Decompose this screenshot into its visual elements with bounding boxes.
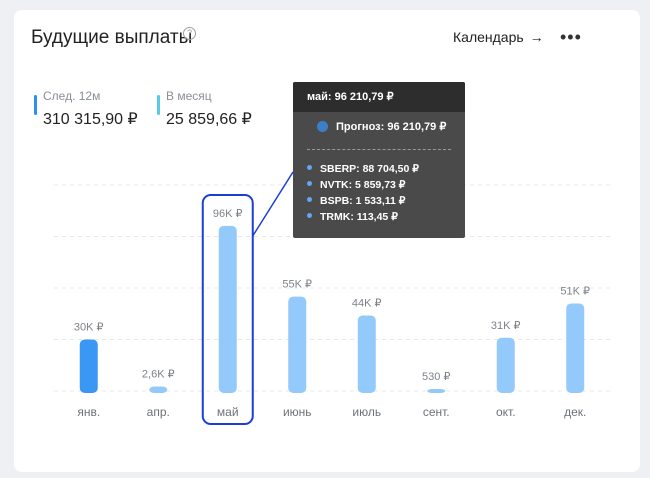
data-label: 530 ₽ (422, 371, 450, 383)
x-tick-label: июль (352, 405, 381, 419)
x-tick-label: сент. (423, 405, 450, 419)
tooltip-item: SBERP: 88 704,50 ₽ (307, 161, 419, 177)
bar-7 (566, 303, 585, 393)
data-label: 55K ₽ (282, 279, 312, 291)
tooltip-item-text: TRMK: 113,45 ₽ (320, 211, 398, 223)
tooltip-item: NVTK: 5 859,73 ₽ (307, 177, 419, 193)
bullet-icon (307, 181, 312, 186)
data-label: 44K ₽ (352, 297, 382, 309)
tooltip-forecast: Прогноз: 96 210,79 ₽ (317, 120, 446, 133)
tooltip-item-text: SBERP: 88 704,50 ₽ (320, 163, 419, 175)
bar-2 (218, 225, 237, 393)
tooltip-connector (252, 171, 294, 237)
bar-4 (357, 315, 376, 393)
payouts-bar-chart: 30K ₽ янв. 2,6K ₽ апр. 96K ₽ май 55K ₽ июнь 44K … (54, 171, 610, 425)
tooltip-item: BSPB: 1 533,11 ₽ (307, 193, 419, 209)
data-label: 96K ₽ (213, 208, 243, 220)
data-label: 51K ₽ (560, 285, 590, 297)
chart-tooltip: май: 96 210,79 ₽ Прогноз: 96 210,79 ₽ SB… (293, 82, 465, 238)
bullet-icon (307, 197, 312, 202)
tooltip-item-text: BSPB: 1 533,11 ₽ (320, 195, 406, 207)
x-tick-label: янв. (77, 405, 100, 419)
x-tick-label: июнь (283, 405, 312, 419)
bar-5 (427, 389, 446, 393)
bullet-icon (307, 165, 312, 170)
bullet-icon (307, 213, 312, 218)
x-tick-label: май (217, 405, 239, 419)
tooltip-item: TRMK: 113,45 ₽ (307, 209, 419, 225)
data-label: 2,6K ₽ (142, 369, 175, 381)
bar-1 (149, 386, 168, 393)
tooltip-forecast-text: Прогноз: 96 210,79 ₽ (336, 121, 447, 133)
tooltip-title: май: 96 210,79 ₽ (293, 82, 465, 112)
bar-0 (79, 339, 98, 393)
x-tick-label: апр. (147, 405, 170, 419)
data-label: 30K ₽ (74, 322, 104, 334)
tooltip-item-text: NVTK: 5 859,73 ₽ (320, 179, 406, 191)
bar-6 (496, 337, 515, 393)
tooltip-divider (307, 149, 451, 150)
x-tick-label: окт. (496, 405, 516, 419)
tooltip-items: SBERP: 88 704,50 ₽ NVTK: 5 859,73 ₽ BSPB… (307, 161, 419, 225)
bar-3 (288, 296, 307, 393)
forecast-dot-icon (317, 121, 328, 132)
x-tick-label: дек. (564, 405, 586, 419)
data-label: 31K ₽ (491, 320, 521, 332)
